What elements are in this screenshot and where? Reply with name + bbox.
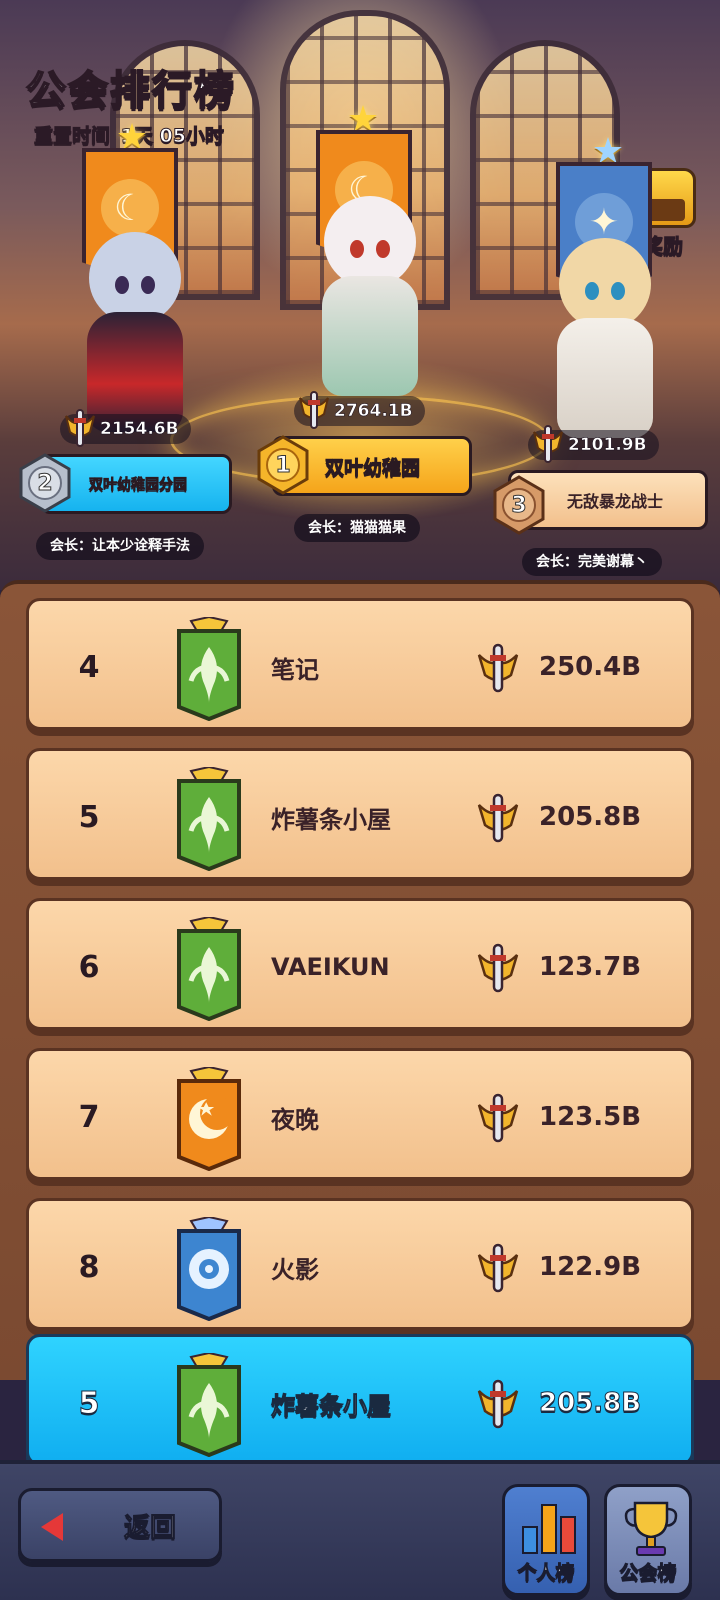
back-arrow-icon bbox=[41, 1513, 63, 1541]
rank-number: 6 bbox=[78, 949, 100, 985]
guild-name: 双叶幼稚园 bbox=[325, 456, 421, 479]
bottom-bar: 返回 个人榜 公会榜 bbox=[0, 1460, 720, 1600]
guild-name: 炸薯条小屋 bbox=[271, 805, 391, 834]
sword-icon bbox=[299, 391, 329, 429]
guild-score: 205.8B bbox=[538, 1388, 642, 1419]
reset-label: 重置时间 bbox=[33, 125, 111, 148]
guild-name: 无敌暴龙战士 bbox=[567, 492, 664, 511]
character-rank-2 bbox=[70, 232, 200, 432]
sword-icon bbox=[477, 793, 519, 843]
medal-icon-rank-3: 3 bbox=[488, 474, 550, 536]
character-head bbox=[324, 196, 416, 288]
podium-scene: 公会排行榜 重置时间 1天 05小时 奖励 ★ ☾ ★ ☾ ★ ✦ 2154.6… bbox=[0, 0, 720, 590]
rank-number: 5 bbox=[78, 1385, 100, 1421]
character-head bbox=[559, 238, 651, 330]
character-body bbox=[557, 318, 653, 438]
power-value: 2101.9B bbox=[568, 435, 647, 456]
rank-number: 5 bbox=[78, 799, 100, 835]
guild-leader-rank-2: 会长：让本少诠释手法 bbox=[36, 532, 204, 560]
moon-icon: ☾ bbox=[101, 179, 159, 238]
ranking-row[interactable]: 6 VAEIKUN 123.7B bbox=[26, 898, 694, 1030]
medal-icon-rank-1: 1 bbox=[252, 434, 314, 496]
guild-score: 250.4B bbox=[539, 652, 642, 682]
back-label: 返回 bbox=[123, 1512, 176, 1543]
tab-personal-ranking[interactable]: 个人榜 bbox=[502, 1484, 590, 1596]
guild-score: 123.5B bbox=[539, 1102, 642, 1132]
my-guild-row[interactable]: 5 炸薯条小屋 205.8B bbox=[26, 1334, 694, 1466]
guild-banner-icon bbox=[177, 767, 241, 871]
medal-number: 1 bbox=[275, 452, 291, 478]
power-rank-2: 2154.6B bbox=[60, 409, 191, 447]
guild-name: 火影 bbox=[271, 1255, 319, 1284]
trophy-icon bbox=[624, 1501, 678, 1556]
sword-icon bbox=[477, 1379, 519, 1429]
medal-icon-rank-2: 2 bbox=[14, 452, 76, 514]
guild-leader-rank-1: 会长：猫猫猫果 bbox=[294, 514, 420, 542]
guild-score: 123.7B bbox=[539, 952, 642, 982]
guild-banner-icon bbox=[177, 1353, 241, 1457]
ranking-row[interactable]: 8 火影 122.9B bbox=[26, 1198, 694, 1330]
rank-number: 4 bbox=[78, 649, 100, 685]
tab-label: 个人榜 bbox=[517, 1562, 575, 1585]
power-rank-3: 2101.9B bbox=[528, 425, 659, 463]
ranking-row[interactable]: 7 夜晚 123.5B bbox=[26, 1048, 694, 1180]
guild-name: 笔记 bbox=[271, 655, 319, 684]
guild-name: VAEIKUN bbox=[271, 953, 390, 981]
ranking-row[interactable]: 4 笔记 250.4B bbox=[26, 598, 694, 730]
tab-guild-ranking[interactable]: 公会榜 bbox=[604, 1484, 692, 1596]
rank-number: 7 bbox=[78, 1099, 100, 1135]
bar-chart-icon bbox=[522, 1504, 576, 1554]
guild-score: 122.9B bbox=[539, 1252, 642, 1282]
guild-banner-icon bbox=[177, 617, 241, 721]
power-value: 2764.1B bbox=[334, 401, 413, 422]
guild-leader-rank-3: 会长：完美谢幕丶 bbox=[522, 548, 662, 576]
power-value: 2154.6B bbox=[100, 419, 179, 440]
medal-number: 2 bbox=[37, 470, 53, 496]
character-rank-1 bbox=[300, 196, 440, 396]
sword-icon bbox=[65, 409, 95, 447]
guild-banner-icon bbox=[177, 1217, 241, 1321]
sword-icon bbox=[477, 643, 519, 693]
sword-icon bbox=[477, 1093, 519, 1143]
ranking-row[interactable]: 5 炸薯条小屋 205.8B bbox=[26, 748, 694, 880]
character-rank-3 bbox=[540, 238, 670, 438]
sword-icon bbox=[533, 425, 563, 463]
rank-number: 8 bbox=[78, 1249, 100, 1285]
guild-name: 炸薯条小屋 bbox=[271, 1391, 392, 1420]
character-head bbox=[89, 232, 181, 324]
character-body bbox=[322, 276, 418, 396]
guild-name: 双叶幼稚园分园 bbox=[89, 477, 188, 494]
guild-score: 205.8B bbox=[539, 802, 642, 832]
tab-label: 公会榜 bbox=[619, 1562, 677, 1585]
guild-banner-icon bbox=[177, 1067, 241, 1171]
medal-number: 3 bbox=[511, 492, 527, 518]
power-rank-1: 2764.1B bbox=[294, 391, 425, 429]
back-button[interactable]: 返回 bbox=[18, 1488, 222, 1562]
sword-icon bbox=[477, 943, 519, 993]
guild-banner-icon bbox=[177, 917, 241, 1021]
page-title: 公会排行榜 bbox=[25, 67, 236, 115]
guild-name: 夜晚 bbox=[271, 1105, 319, 1134]
sword-icon bbox=[477, 1243, 519, 1293]
